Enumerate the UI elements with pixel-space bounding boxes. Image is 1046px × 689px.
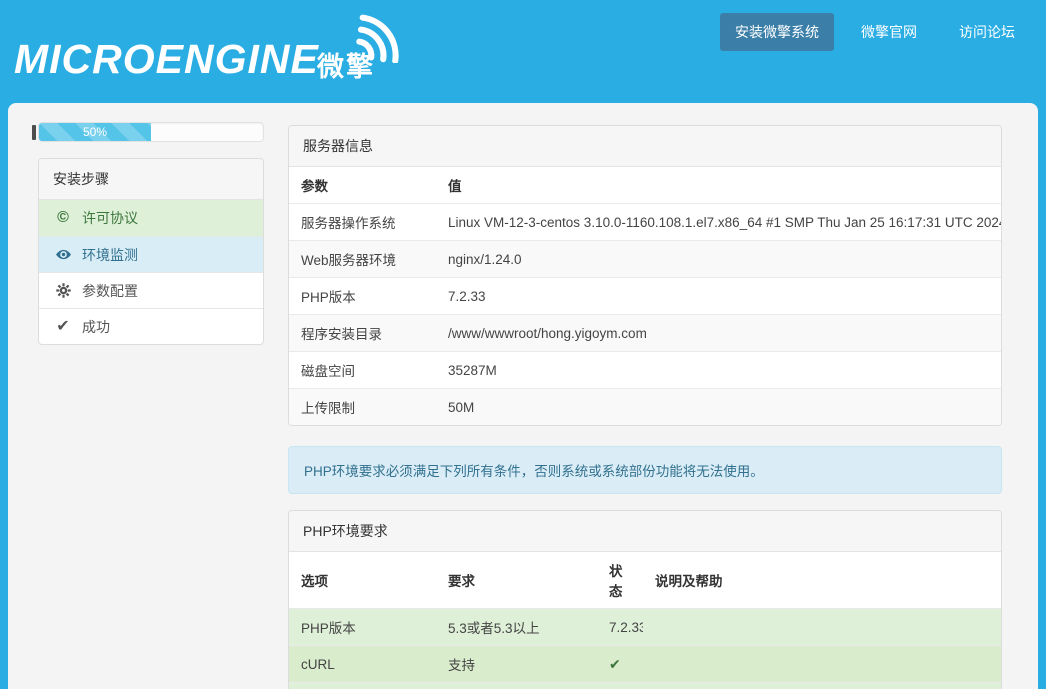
server-param-cell: 磁盘空间 (289, 352, 436, 389)
wifi-signal-icon (347, 7, 405, 63)
server-info-row: PHP版本7.2.33 (289, 278, 1001, 315)
server-param-cell: PHP版本 (289, 278, 436, 315)
requirement-help-cell (643, 646, 1001, 683)
requirement-option-cell: PDO (289, 683, 436, 689)
main-area: 服务器信息 参数值 服务器操作系统Linux VM-12-3-centos 3.… (288, 125, 1002, 689)
step-item-1: 环境监测 (39, 236, 263, 272)
php-requirements-col-header: 状态 (597, 552, 643, 609)
nav-item-0[interactable]: 安装微擎系统 (720, 13, 834, 51)
content-card: 50% 安装步骤 © 许可协议环境监测参数配置 ✔ 成功 服务器信息 参数值 服务器操… (8, 103, 1038, 689)
php-requirement-row: cURL支持 ✔ (289, 646, 1001, 683)
check-icon: ✔ (53, 319, 73, 335)
requirement-value-cell: 5.3或者5.3以上 (436, 609, 597, 646)
alert-text: PHP环境要求必须满足下列所有条件，否则系统或系统部份功能将无法使用。 (304, 464, 764, 479)
steps-list: © 许可协议环境监测参数配置 ✔ 成功 (39, 200, 263, 344)
requirement-help-cell (643, 609, 1001, 646)
requirement-value-cell: 支持 (436, 683, 597, 689)
server-info-col-header: 参数 (289, 167, 436, 204)
php-requirements-header-row: 选项要求状态说明及帮助 (289, 552, 1001, 609)
server-info-title: 服务器信息 (289, 126, 1001, 167)
requirement-value-cell: 支持 (436, 646, 597, 683)
step-label: 许可协议 (82, 208, 138, 228)
php-requirements-panel: PHP环境要求 选项要求状态说明及帮助 PHP版本5.3或者5.3以上7.2.3… (288, 510, 1002, 689)
server-info-row: 服务器操作系统Linux VM-12-3-centos 3.10.0-1160.… (289, 204, 1001, 241)
step-label: 参数配置 (82, 281, 138, 301)
progress-label: 50% (83, 125, 107, 139)
server-value-cell: 7.2.33 (436, 278, 1001, 315)
step-item-2: 参数配置 (39, 272, 263, 308)
server-param-cell: 上传限制 (289, 389, 436, 426)
progress-bar: 50% (38, 122, 264, 142)
install-steps-panel: 安装步骤 © 许可协议环境监测参数配置 ✔ 成功 (38, 158, 264, 345)
requirement-option-cell: PHP版本 (289, 609, 436, 646)
copyright-icon: © (53, 210, 73, 226)
server-param-cell: Web服务器环境 (289, 241, 436, 278)
server-value-cell: nginx/1.24.0 (436, 241, 1001, 278)
top-nav: 安装微擎系统微擎官网访问论坛 (708, 13, 1030, 51)
server-info-row: 磁盘空间35287M (289, 352, 1001, 389)
server-info-row: 上传限制50M (289, 389, 1001, 426)
logo-text: MICROENGINE (14, 36, 319, 83)
eye-icon (53, 246, 73, 263)
php-requirements-col-header: 选项 (289, 552, 436, 609)
server-info-table: 参数值 服务器操作系统Linux VM-12-3-centos 3.10.0-1… (289, 167, 1001, 425)
progress-notch (32, 125, 36, 140)
steps-title: 安装步骤 (39, 159, 263, 200)
progress-fill: 50% (39, 123, 151, 141)
php-requirements-body: PHP版本5.3或者5.3以上7.2.33cURL支持✔PDO支持✔openSS… (289, 609, 1001, 689)
server-info-header-row: 参数值 (289, 167, 1001, 204)
php-requirements-title: PHP环境要求 (289, 511, 1001, 552)
requirement-status-cell: ✔ (597, 683, 643, 689)
step-label: 成功 (82, 317, 110, 337)
gear-icon (53, 282, 73, 299)
server-info-panel: 服务器信息 参数值 服务器操作系统Linux VM-12-3-centos 3.… (288, 125, 1002, 426)
nav-item-1[interactable]: 微擎官网 (846, 13, 932, 51)
brand-logo: MICROENGINE 微擎 (14, 0, 414, 103)
server-info-body: 服务器操作系统Linux VM-12-3-centos 3.10.0-1160.… (289, 204, 1001, 426)
header-bar: MICROENGINE 微擎 安装微擎系统微擎官网访问论坛 (0, 0, 1046, 103)
php-requirement-row: PHP版本5.3或者5.3以上7.2.33 (289, 609, 1001, 646)
nav-item-2[interactable]: 访问论坛 (944, 13, 1030, 51)
server-info-col-header: 值 (436, 167, 1001, 204)
server-info-row: 程序安装目录/www/wwwroot/hong.yigoym.com (289, 315, 1001, 352)
php-requirements-col-header: 说明及帮助 (643, 552, 1001, 609)
php-requirements-table: 选项要求状态说明及帮助 PHP版本5.3或者5.3以上7.2.33cURL支持✔… (289, 552, 1001, 689)
step-label: 环境监测 (82, 245, 138, 265)
requirement-status-cell: ✔ (597, 646, 643, 683)
server-value-cell: Linux VM-12-3-centos 3.10.0-1160.108.1.e… (436, 204, 1001, 241)
php-requirement-alert: PHP环境要求必须满足下列所有条件，否则系统或系统部份功能将无法使用。 (288, 446, 1002, 494)
server-value-cell: /www/wwwroot/hong.yigoym.com (436, 315, 1001, 352)
step-item-3: ✔ 成功 (39, 308, 263, 344)
requirement-status-cell: 7.2.33 (597, 609, 643, 646)
server-info-row: Web服务器环境nginx/1.24.0 (289, 241, 1001, 278)
server-value-cell: 50M (436, 389, 1001, 426)
php-requirements-col-header: 要求 (436, 552, 597, 609)
step-item-0: © 许可协议 (39, 200, 263, 236)
requirement-help-cell (643, 683, 1001, 689)
server-param-cell: 程序安装目录 (289, 315, 436, 352)
php-requirement-row: PDO支持✔ (289, 683, 1001, 689)
check-icon: ✔ (609, 656, 621, 672)
server-param-cell: 服务器操作系统 (289, 204, 436, 241)
server-value-cell: 35287M (436, 352, 1001, 389)
requirement-option-cell: cURL (289, 646, 436, 683)
